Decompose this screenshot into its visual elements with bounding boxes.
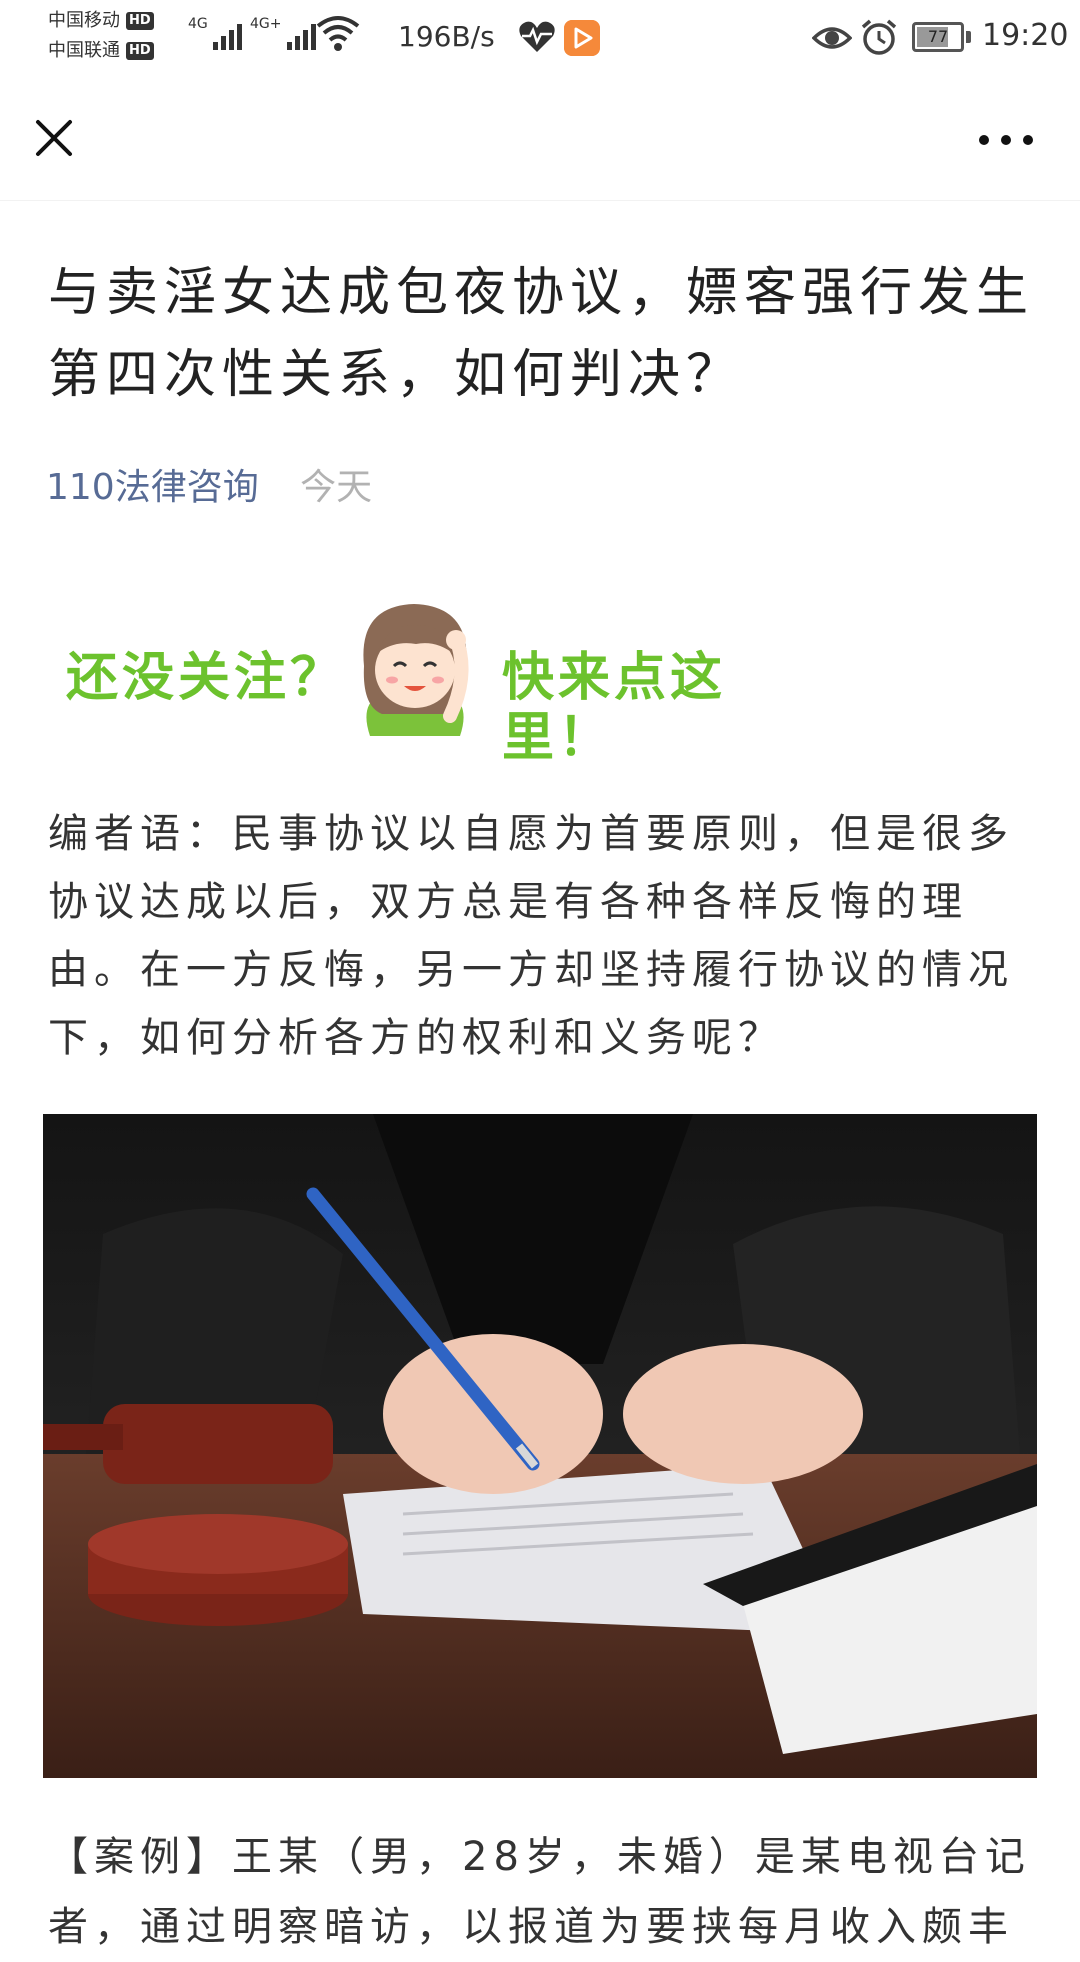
battery-tip	[966, 31, 971, 43]
banner-left-text: 还没关注？	[66, 648, 347, 708]
carrier-info: 中国移动 HD 中国联通 HD	[48, 6, 154, 66]
clock: 19:20	[982, 18, 1069, 53]
carrier-2: 中国联通	[48, 40, 120, 61]
battery-icon: 77	[912, 22, 964, 52]
hd-badge-1: HD	[126, 12, 154, 30]
editor-note: 编者语：民事协议以自愿为首要原则，但是很多协议达成以后，双方总是有各种各样反悔的…	[48, 811, 1014, 1061]
wifi-icon	[316, 16, 360, 51]
more-icon[interactable]	[974, 120, 1038, 160]
mascot-girl-icon	[363, 604, 469, 736]
follow-banner[interactable]: 还没关注？ 快来点这里！	[62, 596, 832, 768]
signal-icon-2: 4G+	[250, 16, 316, 50]
publish-date: 今天	[300, 467, 373, 508]
judge-signing-photo	[43, 1114, 1037, 1778]
case-text: 【案例】王某（男，28岁，未婚）是某电视台记者，通过明察暗访，以报道为要挟每月收…	[48, 1834, 1031, 1950]
heart-icon	[519, 21, 555, 52]
network-speed: 196B/s	[398, 20, 495, 53]
carrier-1: 中国移动	[48, 10, 120, 31]
video-app-icon	[564, 20, 600, 56]
network-type-1: 4G	[188, 16, 208, 32]
nav-bar	[0, 80, 1080, 201]
network-type-2: 4G+	[250, 16, 282, 32]
alarm-icon	[861, 19, 897, 55]
close-icon[interactable]	[28, 112, 80, 164]
status-bar: 中国移动 HD 中国联通 HD 4G 4G+ 196B/s 77 19:20	[0, 0, 1080, 80]
hd-badge-2: HD	[126, 42, 154, 60]
signal-icon-1: 4G	[188, 16, 242, 50]
author-link[interactable]: 110法律咨询	[46, 467, 259, 508]
article-title: 与卖淫女达成包夜协议，嫖客强行发生第四次性关系，如何判决？	[48, 263, 1035, 405]
banner-right-text: 快来点这里！	[502, 648, 727, 768]
eye-icon	[812, 27, 852, 49]
battery-level: 77	[927, 27, 949, 46]
article-meta: 110法律咨询 今天	[46, 458, 372, 510]
